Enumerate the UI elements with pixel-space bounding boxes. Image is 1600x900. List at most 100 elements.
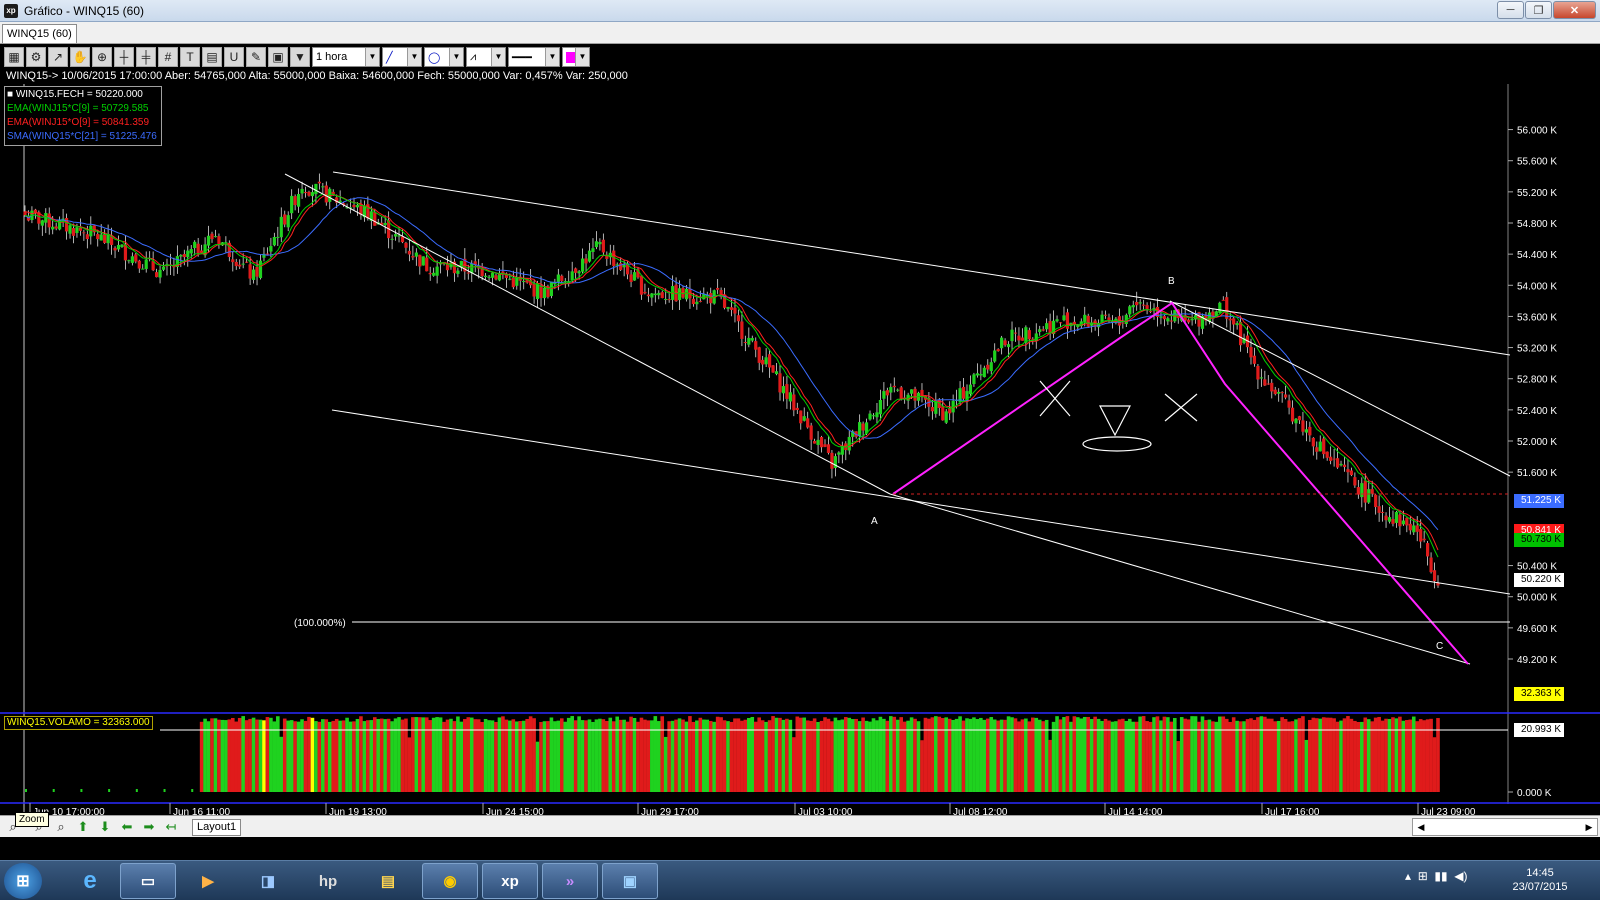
volume-bar	[580, 720, 585, 792]
chrome-icon[interactable]: ◉	[422, 863, 478, 899]
volume-bar	[1370, 721, 1374, 792]
candle-body	[1159, 316, 1163, 318]
candle-body	[979, 374, 983, 376]
stream-icon[interactable]: »	[542, 863, 598, 899]
close-button[interactable]: ✕	[1553, 1, 1596, 19]
candle-body	[466, 272, 470, 274]
text-tool-icon[interactable]: T	[180, 47, 200, 67]
indicator-select[interactable]: ⩘ ▼	[466, 47, 506, 67]
abc-wave-line[interactable]	[892, 301, 1469, 665]
volume-bar	[899, 717, 903, 792]
color-select[interactable]: ▼	[562, 47, 590, 67]
ie-icon[interactable]: e	[62, 863, 118, 899]
interval-select[interactable]: 1 hora ▼	[312, 47, 380, 67]
restore-button[interactable]: ❐	[1525, 1, 1552, 19]
volume-bar	[372, 717, 377, 792]
scroll-left-icon[interactable]: ◀	[1413, 819, 1429, 835]
media-player-icon[interactable]: ▶	[180, 863, 236, 899]
volume-bar	[289, 720, 294, 792]
candle-body	[445, 264, 450, 271]
price-chart[interactable]: 56.000 K 55.600 K 55.200 K 54.800 K 54.400 K…	[0, 44, 1600, 829]
volume-bar	[1200, 716, 1205, 792]
photo-icon[interactable]: ▣	[602, 863, 658, 899]
volume-bar	[691, 721, 696, 792]
line-tool-select[interactable]: ╱ ▼	[382, 47, 422, 67]
hline-icon[interactable]: ╪	[136, 47, 156, 67]
arrow-right-icon[interactable]: ➡	[140, 819, 158, 835]
gear-icon[interactable]: ⚙	[26, 47, 46, 67]
chevron-down-icon: ▼	[545, 48, 559, 66]
triangle-icon	[1099, 405, 1131, 437]
indicator-legend[interactable]: ■ WINQ15.FECH = 50220.000 EMA(WINJ15*C[9…	[4, 86, 162, 146]
candle-body	[1287, 400, 1291, 408]
system-tray[interactable]: ▴ ⊞ ▮▮ ◀)	[1405, 869, 1468, 883]
volume-bar	[1335, 721, 1340, 792]
candle-body	[1232, 318, 1236, 325]
arrow-up-icon[interactable]: ⬆	[74, 819, 92, 835]
volume-legend[interactable]: WINQ15.VOLAMO = 32363.000	[4, 716, 153, 730]
grid-icon[interactable]: #	[158, 47, 178, 67]
candle-body	[1353, 477, 1357, 486]
candle-body	[85, 234, 89, 240]
chart-panel[interactable]: 56.000 K 55.600 K 55.200 K 54.800 K 54.400 K…	[0, 44, 1600, 829]
crosshair-icon[interactable]: ┼	[114, 47, 134, 67]
hand-icon[interactable]: ✋	[70, 47, 90, 67]
start-button[interactable]: ⊞	[4, 863, 42, 899]
candle-body	[494, 275, 498, 280]
remote-icon[interactable]: ◨	[240, 863, 296, 899]
arrow-down-icon[interactable]: ⬇	[96, 819, 114, 835]
candle-body	[355, 204, 360, 208]
line-width-select[interactable]: ━━━ ▼	[508, 47, 560, 67]
candle-body	[397, 235, 401, 237]
taskbar-clock[interactable]: 14:45 23/07/2015	[1500, 866, 1580, 894]
clock-time: 14:45	[1526, 867, 1554, 879]
magnifier-icon[interactable]: ⌕	[52, 819, 70, 835]
volume-bar	[494, 721, 498, 792]
volume-bar	[1037, 719, 1042, 792]
volume-bar	[771, 716, 775, 792]
zoom-icon[interactable]: ⊕	[92, 47, 112, 67]
ellipse-tool-select[interactable]: ◯ ▼	[424, 47, 464, 67]
price-label: 32.363 K	[1514, 687, 1564, 701]
volume-bar	[1134, 721, 1139, 792]
xp-icon[interactable]: xp	[482, 863, 538, 899]
arrow-left-icon[interactable]: ⬅	[118, 819, 136, 835]
candle-body	[771, 365, 775, 373]
volume-bar	[823, 717, 827, 792]
volume-bar	[618, 719, 623, 792]
arrow-start-icon[interactable]: ↤	[162, 819, 180, 835]
clipboard-icon[interactable]: ▣	[268, 47, 288, 67]
brush-icon[interactable]: ✎	[246, 47, 266, 67]
scroll-right-icon[interactable]: ▶	[1581, 819, 1597, 835]
trendline[interactable]	[332, 171, 1511, 356]
folder-icon[interactable]: ▭	[120, 863, 176, 899]
y-tick-label: 55.600 K	[1517, 157, 1557, 168]
volume-bar	[605, 720, 609, 792]
candle-body	[1148, 311, 1153, 313]
volume-bar	[747, 717, 751, 792]
trendline[interactable]	[889, 493, 1471, 665]
candle-body	[321, 186, 325, 188]
chart-type-icon[interactable]: ▦	[4, 47, 24, 67]
candle-body	[1142, 304, 1146, 306]
volume-bar	[341, 720, 346, 792]
horizontal-scrollbar[interactable]: ◀ ▶	[1412, 818, 1598, 836]
archive-icon[interactable]: ▤	[360, 863, 416, 899]
filter-icon[interactable]: ▼	[290, 47, 310, 67]
volume-bar	[1287, 721, 1291, 792]
hp-icon[interactable]: hp	[300, 863, 356, 899]
calculator-icon[interactable]: ▤	[202, 47, 222, 67]
trendline[interactable]	[331, 409, 1511, 595]
minimize-button[interactable]: ─	[1497, 1, 1524, 19]
trendline[interactable]	[284, 173, 891, 495]
candle-body	[892, 385, 896, 388]
candle-body	[622, 264, 626, 268]
document-tab-bar: WINQ15 (60)	[0, 22, 1600, 44]
trend-icon[interactable]: ↗	[48, 47, 68, 67]
candle-body	[993, 350, 997, 362]
tab-winq15[interactable]: WINQ15 (60)	[2, 24, 77, 43]
magnet-icon[interactable]: U	[224, 47, 244, 67]
candle-body	[265, 253, 270, 255]
candle-body	[425, 257, 429, 272]
tab-layout1[interactable]: Layout1	[192, 819, 242, 836]
